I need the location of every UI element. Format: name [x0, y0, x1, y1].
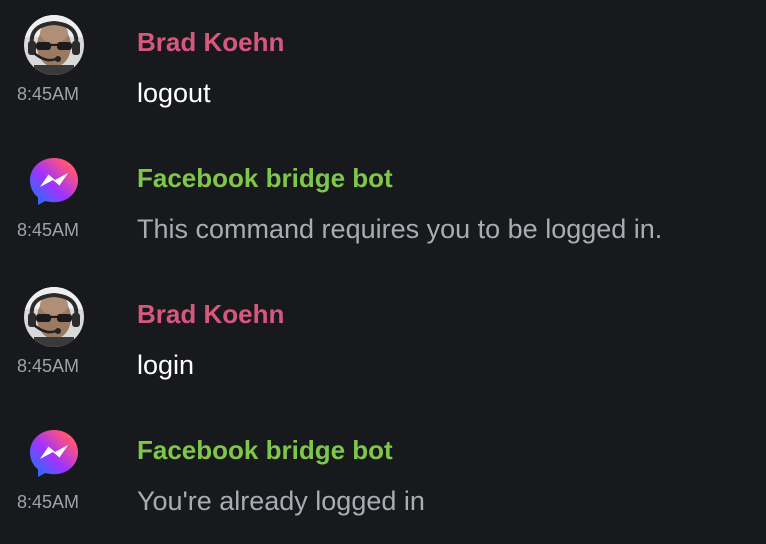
user-photo-avatar — [24, 287, 84, 347]
sender-name[interactable]: Facebook bridge bot — [137, 434, 393, 466]
message-body: login — [137, 350, 195, 380]
message-event: Brad Koehn 8:45AM logout — [0, 12, 766, 122]
message-body: You're already logged in — [137, 486, 425, 516]
message-event: Facebook bridge bot 8:45AM This command … — [0, 148, 766, 258]
user-avatar[interactable] — [24, 15, 84, 75]
bot-avatar[interactable] — [24, 423, 84, 483]
messenger-logo-icon — [24, 423, 84, 483]
message-event: Brad Koehn 8:45AM login — [0, 284, 766, 394]
sender-name[interactable]: Brad Koehn — [137, 298, 284, 330]
timestamp[interactable]: 8:45AM — [17, 82, 79, 106]
message-timeline: Brad Koehn 8:45AM logout Facebook bridge… — [0, 0, 766, 544]
user-avatar[interactable] — [24, 287, 84, 347]
message-body: This command requires you to be logged i… — [137, 214, 663, 244]
bot-avatar[interactable] — [24, 151, 84, 211]
sender-name[interactable]: Brad Koehn — [137, 26, 284, 58]
user-photo-avatar — [24, 15, 84, 75]
timestamp[interactable]: 8:45AM — [17, 490, 79, 514]
message-event: Facebook bridge bot 8:45AM You're alread… — [0, 420, 766, 530]
messenger-logo-icon — [24, 151, 84, 211]
sender-name[interactable]: Facebook bridge bot — [137, 162, 393, 194]
message-body: logout — [137, 78, 211, 108]
timestamp[interactable]: 8:45AM — [17, 218, 79, 242]
timestamp[interactable]: 8:45AM — [17, 354, 79, 378]
